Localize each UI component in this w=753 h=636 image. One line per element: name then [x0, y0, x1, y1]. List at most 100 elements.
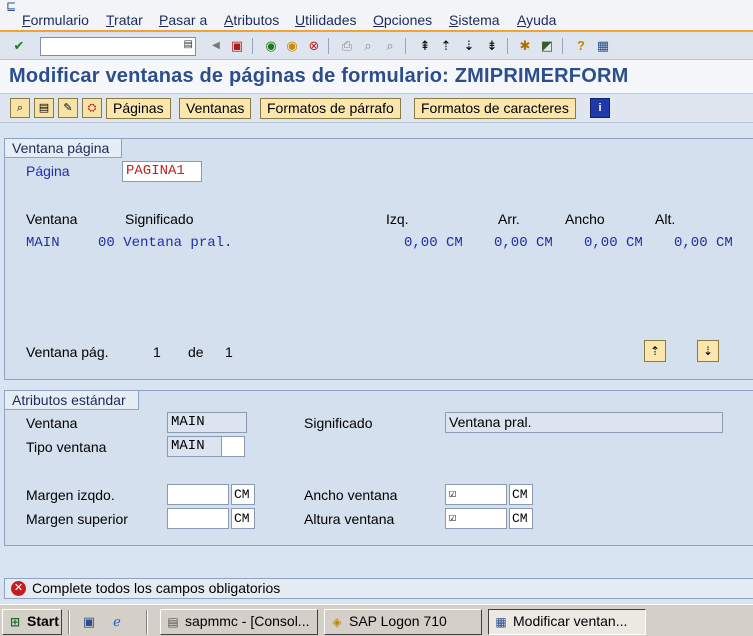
application-toolbar: ⌕ ▤ ✎ ⛭ Páginas Ventanas Formatos de pár… [0, 95, 753, 123]
top-margin-label: Margen superior [26, 511, 128, 527]
window-type-extra-field [221, 436, 245, 457]
top-margin-unit-field[interactable]: CM [231, 508, 255, 529]
task-sapmmc[interactable]: ▤ sapmmc - [Consol... [160, 609, 318, 635]
window-name-label: Ventana [26, 415, 78, 431]
first-page-icon[interactable]: ⇞ [416, 37, 434, 55]
window-type-field: MAIN [167, 436, 223, 457]
window-height-field[interactable]: ☑ [445, 508, 507, 529]
history-dropdown-icon[interactable]: ▤ [184, 39, 193, 50]
start-label: Start [27, 613, 59, 629]
previous-page-icon[interactable]: ⇡ [437, 37, 455, 55]
col-left-header: Izq. [386, 211, 409, 227]
windows-taskbar: ⊞ Start ▣ ℯ ▤ sapmmc - [Consol... ◈ SAP … [0, 604, 753, 636]
exit-icon[interactable]: ◉ [283, 37, 301, 55]
other-object-icon[interactable]: ⛭ [82, 98, 102, 118]
row-height: 0,00 CM [674, 235, 733, 251]
menu-bar: ⊑ Formulario Tratar Pasar a Atributos Ut… [0, 0, 753, 32]
window-pager-label: Ventana pág. [26, 344, 109, 360]
required-check-icon: ☑ [449, 511, 457, 525]
window-width-field[interactable]: ☑ [445, 484, 507, 505]
left-margin-unit-field[interactable]: CM [231, 484, 255, 505]
window-page-group-title: Ventana página [4, 138, 123, 158]
task-label: SAP Logon 710 [349, 613, 447, 629]
page-up-icon[interactable]: ⇡ [644, 340, 666, 362]
task-label: sapmmc - [Consol... [185, 613, 310, 629]
last-page-icon[interactable]: ⇟ [483, 37, 501, 55]
page-title: Modificar ventanas de páginas de formula… [9, 65, 629, 87]
col-meaning-header: Significado [125, 211, 194, 227]
standard-attributes-group: Atributos estándar Ventana MAIN Signific… [4, 390, 753, 546]
new-session-icon[interactable]: ✱ [516, 37, 534, 55]
pages-button[interactable]: Páginas [106, 98, 171, 119]
window-pager-of: de [188, 344, 204, 360]
window-width-unit-field[interactable]: CM [509, 484, 533, 505]
task-sap-logon[interactable]: ◈ SAP Logon 710 [324, 609, 482, 635]
print-icon[interactable]: ⎙ [338, 37, 356, 55]
standard-toolbar: ✔ ▤ ◀ ▣ ◉ ◉ ⊗ ⎙ ⌕ ⌕ ⇞ ⇡ ⇣ ⇟ ✱ ◩ ? ▦ [0, 34, 753, 60]
cancel-icon[interactable]: ⊗ [305, 37, 323, 55]
menu-opciones[interactable]: Opciones [373, 12, 432, 28]
taskbar-separator [68, 610, 70, 634]
menu-formulario[interactable]: Formulario [22, 12, 89, 28]
task-modificar-ventanas[interactable]: ▦ Modificar ventan... [488, 609, 646, 635]
character-formats-button[interactable]: Formatos de caracteres [414, 98, 576, 119]
menu-sistema[interactable]: Sistema [449, 12, 500, 28]
menu-utilidades[interactable]: Utilidades [295, 12, 357, 28]
windows-logo-icon: ⊞ [9, 615, 21, 629]
history-left-icon[interactable]: ◀ [207, 37, 225, 55]
edit-icon[interactable]: ✎ [58, 98, 78, 118]
table-row[interactable]: MAIN 00 Ventana pral. 0,00 CM 0,00 CM 0,… [5, 231, 753, 253]
sap-window-icon: ▦ [495, 615, 507, 629]
sap-logon-icon: ◈ [332, 615, 342, 629]
info-icon[interactable]: i [590, 98, 610, 118]
toolbar-separator [405, 38, 406, 54]
find-icon[interactable]: ⌕ [359, 37, 377, 55]
console-icon: ▤ [167, 615, 179, 629]
command-input[interactable] [41, 38, 177, 55]
layout-menu-icon[interactable]: ▦ [594, 37, 612, 55]
back-icon[interactable]: ◉ [262, 37, 280, 55]
row-left: 0,00 CM [404, 235, 463, 251]
col-width-header: Ancho [565, 211, 605, 227]
command-field[interactable]: ▤ [40, 37, 196, 56]
title-bar: Modificar ventanas de páginas de formula… [0, 60, 753, 94]
window-pager-current: 1 [153, 344, 161, 360]
display-change-icon[interactable]: ⌕ [10, 98, 30, 118]
create-icon[interactable]: ▤ [34, 98, 54, 118]
internet-explorer-icon[interactable]: ℯ [108, 613, 126, 631]
window-height-unit-field[interactable]: CM [509, 508, 533, 529]
page-label: Página [26, 163, 70, 179]
help-icon[interactable]: ? [572, 37, 590, 55]
toolbar-separator [328, 38, 329, 54]
menu-tratar[interactable]: Tratar [106, 12, 143, 28]
next-page-icon[interactable]: ⇣ [460, 37, 478, 55]
meaning-field[interactable]: Ventana pral. [445, 412, 723, 433]
status-bar[interactable]: ✕ Complete todos los campos obligatorios [4, 578, 753, 599]
menu-atributos[interactable]: Atributos [224, 12, 279, 28]
standard-attributes-group-title: Atributos estándar [4, 390, 139, 410]
window-type-label: Tipo ventana [26, 439, 107, 455]
system-menu-icon[interactable]: ⊑ [6, 0, 20, 12]
task-label: Modificar ventan... [513, 613, 628, 629]
window-name-field: MAIN [167, 412, 247, 433]
start-button[interactable]: ⊞ Start [2, 609, 62, 635]
row-window[interactable]: MAIN [26, 235, 60, 251]
find-next-icon[interactable]: ⌕ [381, 37, 399, 55]
col-height-header: Alt. [655, 211, 676, 227]
windows-button[interactable]: Ventanas [179, 98, 252, 119]
shortcut-icon[interactable]: ◩ [538, 37, 556, 55]
menu-pasar-a[interactable]: Pasar a [159, 12, 207, 28]
show-desktop-icon[interactable]: ▣ [80, 613, 98, 631]
enter-icon[interactable]: ✔ [10, 37, 28, 55]
error-icon: ✕ [11, 581, 26, 596]
menu-ayuda[interactable]: Ayuda [517, 12, 556, 28]
left-margin-field[interactable] [167, 484, 229, 505]
save-icon[interactable]: ▣ [228, 37, 246, 55]
status-message[interactable]: Complete todos los campos obligatorios [32, 580, 280, 596]
paragraph-formats-button[interactable]: Formatos de párrafo [260, 98, 401, 119]
top-margin-field[interactable] [167, 508, 229, 529]
page-down-icon[interactable]: ⇣ [697, 340, 719, 362]
page-field[interactable]: PAGINA1 [122, 161, 202, 182]
row-meaning[interactable]: 00 Ventana pral. [98, 235, 232, 251]
window-width-label: Ancho ventana [304, 487, 398, 503]
